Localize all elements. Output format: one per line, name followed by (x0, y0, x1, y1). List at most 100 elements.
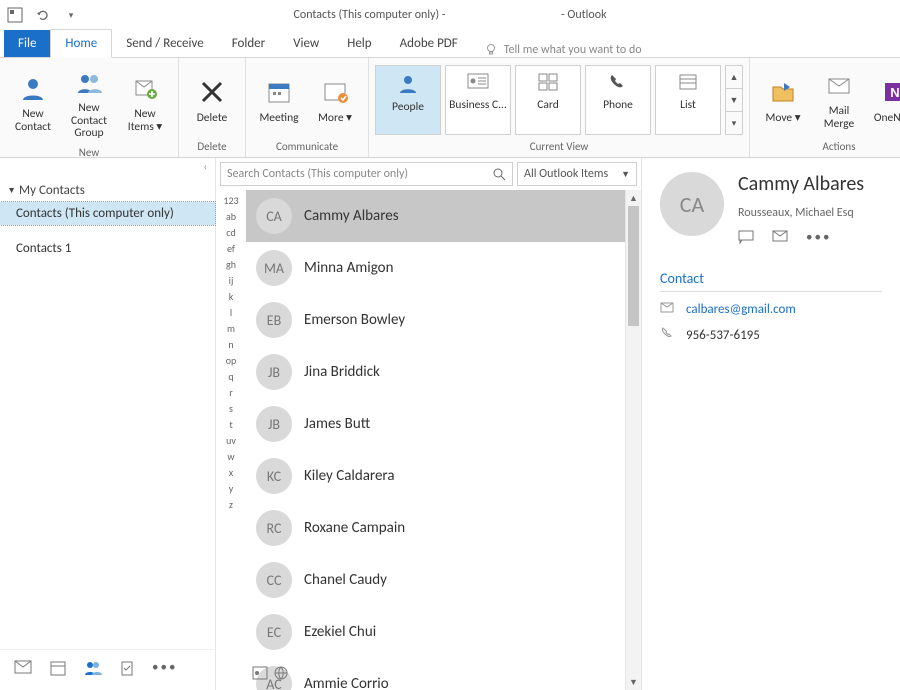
alpha-k[interactable]: k (229, 292, 234, 302)
alpha-x[interactable]: x (229, 468, 233, 478)
delete-button[interactable]: Delete (185, 72, 239, 129)
phone-icon (607, 72, 629, 92)
chat-icon[interactable] (738, 230, 754, 248)
alpha-ab[interactable]: ab (226, 212, 236, 222)
nav-folder-contacts-1[interactable]: Contacts 1 (0, 237, 215, 260)
alpha-w[interactable]: w (227, 452, 234, 462)
people-module-icon[interactable] (84, 660, 102, 680)
tab-help[interactable]: Help (333, 30, 385, 57)
qat-customize-icon[interactable]: ▾ (62, 6, 80, 24)
search-input[interactable]: Search Contacts (This computer only) (220, 162, 513, 186)
tab-send-receive[interactable]: Send / Receive (112, 30, 217, 57)
person-silhouette-icon (397, 72, 419, 94)
person-row[interactable]: CCChanel Caudy (246, 554, 625, 606)
person-row[interactable]: ACAmmie Corrio (246, 658, 625, 690)
email-icon[interactable] (772, 230, 788, 248)
alpha-123[interactable]: 123 (223, 196, 238, 206)
alpha-r[interactable]: r (229, 388, 233, 398)
telephone-icon (660, 327, 676, 344)
delete-label: Delete (197, 112, 228, 125)
alpha-ij[interactable]: ij (229, 276, 234, 286)
search-icon (493, 168, 506, 181)
onenote-icon: N (879, 76, 900, 108)
new-items-button[interactable]: New Items ▾ (118, 68, 172, 137)
tab-adobe-pdf[interactable]: Adobe PDF (386, 30, 472, 57)
gallery-more-icon[interactable]: ▾ (726, 112, 742, 134)
alpha-ef[interactable]: ef (227, 244, 235, 254)
person-row[interactable]: JBJina Briddick (246, 346, 625, 398)
alpha-q[interactable]: q (228, 372, 233, 382)
tab-home[interactable]: Home (50, 29, 112, 58)
nav-folder-contacts-local[interactable]: Contacts (This computer only) (0, 202, 215, 225)
meeting-button[interactable]: Meeting (252, 72, 306, 129)
group-label-delete: Delete (179, 138, 245, 157)
calendar-module-icon[interactable] (50, 660, 66, 680)
tab-folder[interactable]: Folder (218, 30, 279, 57)
scroll-down-icon[interactable]: ▼ (626, 674, 641, 690)
alpha-uv[interactable]: uv (226, 436, 236, 446)
reading-pane: CA Cammy Albares Rousseaux, Michael Esq … (642, 158, 900, 690)
list-scrollbar[interactable]: ▲ ▼ (625, 190, 641, 690)
person-row[interactable]: KCKiley Caldarera (246, 450, 625, 502)
view-business-card[interactable]: Business C... (445, 65, 511, 135)
alpha-y[interactable]: y (229, 484, 234, 494)
view-card[interactable]: Card (515, 65, 581, 135)
move-button[interactable]: Move ▾ (756, 72, 810, 129)
scroll-up-icon[interactable]: ▲ (626, 190, 641, 206)
navigation-pane: ‹ My Contacts Contacts (This computer on… (0, 158, 216, 690)
person-row[interactable]: CACammy Albares (246, 190, 625, 242)
more-button[interactable]: More ▾ (308, 72, 362, 129)
alpha-m[interactable]: m (227, 324, 235, 334)
tell-me-search[interactable]: Tell me what you want to do (484, 43, 642, 57)
view-people[interactable]: People (375, 65, 441, 135)
person-name: Chanel Caudy (304, 571, 387, 589)
person-row[interactable]: RCRoxane Campain (246, 502, 625, 554)
view-card-label: Card (537, 98, 559, 112)
contact-email[interactable]: calbares@gmail.com (686, 302, 796, 317)
person-row[interactable]: MAMinna Amigon (246, 242, 625, 294)
alpha-z[interactable]: z (229, 500, 233, 510)
svg-text:N: N (890, 85, 899, 100)
tab-file[interactable]: File (4, 30, 50, 57)
globe-icon[interactable] (274, 666, 288, 684)
undo-icon[interactable] (34, 6, 52, 24)
contact-card-toggle-icon[interactable] (252, 666, 268, 684)
view-phone[interactable]: Phone (585, 65, 651, 135)
new-contact-button[interactable]: New Contact (6, 68, 60, 137)
mail-merge-button[interactable]: Mail Merge (812, 65, 866, 134)
gallery-up-icon[interactable]: ▲ (726, 66, 742, 89)
nav-header-my-contacts[interactable]: My Contacts (0, 175, 215, 202)
scroll-thumb[interactable] (628, 206, 639, 326)
alpha-op[interactable]: op (226, 356, 237, 366)
alpha-gh[interactable]: gh (226, 260, 236, 270)
meeting-label: Meeting (259, 112, 298, 125)
alpha-l[interactable]: l (230, 308, 232, 318)
mail-module-icon[interactable] (14, 660, 32, 680)
group-label-current-view: Current View (369, 138, 749, 157)
app-icon[interactable] (6, 6, 24, 24)
tasks-module-icon[interactable] (120, 660, 134, 680)
alpha-s[interactable]: s (229, 404, 233, 414)
avatar: RC (256, 510, 292, 546)
detail-subtitle: Rousseaux, Michael Esq (738, 206, 864, 220)
avatar: KC (256, 458, 292, 494)
search-scope-dropdown[interactable]: All Outlook Items ▼ (517, 162, 637, 186)
new-contact-group-button[interactable]: New Contact Group (62, 62, 116, 144)
person-row[interactable]: JBJames Butt (246, 398, 625, 450)
alpha-cd[interactable]: cd (226, 228, 235, 238)
alpha-n[interactable]: n (228, 340, 233, 350)
onenote-button[interactable]: N OneNote (868, 72, 900, 129)
more-modules-icon[interactable]: ••• (152, 660, 177, 680)
tab-view[interactable]: View (279, 30, 333, 57)
person-row[interactable]: ECEzekiel Chui (246, 606, 625, 658)
view-list[interactable]: List (655, 65, 721, 135)
person-row[interactable]: EBEmerson Bowley (246, 294, 625, 346)
move-folder-icon (767, 76, 799, 108)
collapse-nav-icon[interactable]: ‹ (0, 158, 215, 175)
calendar-icon (263, 76, 295, 108)
more-actions-icon[interactable]: ••• (806, 230, 831, 248)
alpha-t[interactable]: t (229, 420, 232, 430)
tell-me-label: Tell me what you want to do (504, 43, 642, 57)
quick-access-toolbar: ▾ (6, 6, 80, 24)
gallery-down-icon[interactable]: ▼ (726, 89, 742, 112)
